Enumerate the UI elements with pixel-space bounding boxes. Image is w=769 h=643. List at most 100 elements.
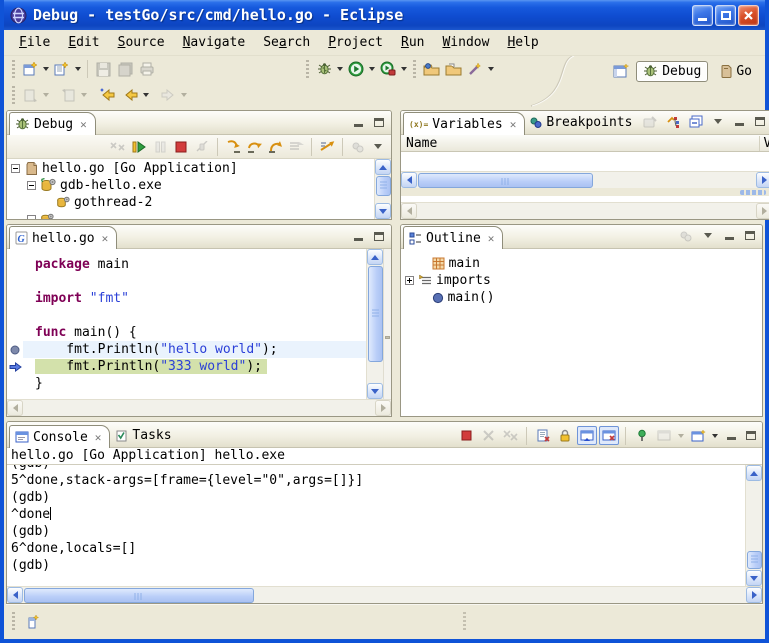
menu-item-source[interactable]: Source (109, 32, 174, 53)
new-wizard-dropdown[interactable] (43, 67, 49, 71)
vertical-sash[interactable] (392, 224, 400, 417)
run-launch-button[interactable] (345, 58, 367, 80)
scroll-thumb[interactable] (418, 173, 593, 188)
tab-breakpoints[interactable]: Breakpoints (525, 111, 640, 134)
menu-item-navigate[interactable]: Navigate (174, 32, 255, 53)
show-stdout-button[interactable] (577, 426, 597, 445)
editor-maximize-button[interactable] (370, 228, 388, 245)
overview-ruler[interactable] (383, 249, 391, 399)
scroll-up-button[interactable] (375, 159, 391, 175)
outline-tree-row[interactable]: main (401, 255, 762, 272)
show-stderr-button[interactable] (599, 426, 619, 445)
minimize-button[interactable] (692, 5, 713, 26)
outline-tree-row[interactable]: main() (401, 289, 762, 306)
tree-expander[interactable] (11, 164, 20, 173)
editor-vscrollbar[interactable] (366, 249, 383, 399)
clear-console-button[interactable] (533, 426, 553, 445)
menu-item-file[interactable]: File (10, 32, 59, 53)
close-button[interactable] (738, 5, 759, 26)
maximize-button[interactable] (715, 5, 736, 26)
arrow-gutter-icon[interactable] (7, 362, 23, 372)
toolbar-drag-handle[interactable] (12, 60, 15, 78)
code-line[interactable] (7, 273, 366, 290)
outline-tree[interactable]: mainimportsmain() (401, 249, 762, 416)
scroll-thumb[interactable] (24, 588, 254, 603)
scroll-thumb[interactable] (368, 266, 383, 362)
fast-view-button[interactable] (23, 613, 43, 632)
perspective-go-button[interactable]: Go (712, 61, 759, 82)
tab-close-icon[interactable]: ✕ (488, 232, 495, 245)
tab-outline[interactable]: Outline ✕ (403, 226, 503, 249)
editor-hscrollbar[interactable] (7, 399, 391, 416)
tab-debug[interactable]: Debug ✕ (9, 112, 96, 135)
debug-launch-dropdown[interactable] (337, 67, 343, 71)
variables-hscrollbar[interactable] (401, 171, 769, 188)
debug-tree-row[interactable]: hello.go [Go Application] (7, 160, 374, 177)
scroll-left-button[interactable] (7, 587, 23, 603)
scroll-down-button[interactable] (375, 203, 391, 219)
menu-item-edit[interactable]: Edit (59, 32, 108, 53)
search-wand-button[interactable] (464, 58, 486, 80)
detail-hscrollbar[interactable] (401, 202, 769, 219)
tab-close-icon[interactable]: ✕ (102, 232, 109, 245)
console-output[interactable]: (gdb)5^done,stack-args=[frame={level="0"… (7, 465, 745, 586)
code-line[interactable]: fmt.Println("333 world"); (7, 358, 366, 375)
scroll-down-button[interactable] (367, 383, 383, 399)
tab-variables[interactable]: (x)= Variables ✕ (403, 112, 525, 135)
last-edit-location-button[interactable] (97, 84, 119, 106)
scroll-down-button[interactable] (746, 570, 762, 586)
scroll-up-button[interactable] (746, 465, 762, 481)
outline-maximize-button[interactable] (741, 227, 759, 244)
variables-table[interactable] (401, 152, 769, 171)
open-resource-button[interactable] (442, 58, 464, 80)
open-type-button[interactable] (420, 58, 442, 80)
back-dropdown[interactable] (143, 93, 149, 97)
step-into-button[interactable] (223, 137, 243, 156)
code-line[interactable]: fmt.Println("hello world"); (7, 341, 366, 358)
new-wizard-button[interactable] (19, 58, 41, 80)
console-terminate-button[interactable] (456, 426, 476, 445)
console-vscrollbar[interactable] (745, 465, 762, 586)
debug-maximize-button[interactable] (370, 114, 388, 131)
step-over-button[interactable] (244, 137, 264, 156)
code-editor[interactable]: package main import "fmt" func main() { fm… (7, 249, 366, 399)
titlebar[interactable]: Debug - testGo/src/cmd/hello.go - Eclips… (4, 0, 765, 30)
external-tools-dropdown[interactable] (401, 67, 407, 71)
new-project-button[interactable] (51, 58, 73, 80)
use-step-filters-button[interactable] (317, 137, 337, 156)
open-console-button[interactable] (688, 426, 708, 445)
debug-tree-row[interactable]: gothread-2 (7, 194, 374, 211)
run-launch-dropdown[interactable] (369, 67, 375, 71)
debug-tree-row[interactable]: gdb-hello.exe (7, 177, 374, 194)
code-line[interactable]: package main (7, 256, 366, 273)
scroll-right-button[interactable] (756, 172, 769, 188)
pin-console-button[interactable] (632, 426, 652, 445)
debug-minimize-button[interactable] (349, 114, 367, 131)
console-hscrollbar[interactable] (7, 586, 762, 603)
external-tools-button[interactable] (377, 58, 399, 80)
outline-tree-row[interactable]: imports (401, 272, 762, 289)
debug-tree-row[interactable] (7, 211, 374, 219)
back-button[interactable] (119, 84, 141, 106)
tab-close-icon[interactable]: ✕ (510, 118, 517, 131)
column-name[interactable]: Name (401, 136, 760, 151)
variables-minimize-button[interactable] (730, 113, 748, 130)
search-wand-dropdown[interactable] (488, 67, 494, 71)
resume-button[interactable] (129, 137, 149, 156)
tree-expander[interactable] (405, 276, 414, 285)
new-project-dropdown[interactable] (75, 67, 81, 71)
code-line[interactable]: func main() { (7, 324, 366, 341)
scroll-left-button[interactable] (401, 172, 417, 188)
menu-item-search[interactable]: Search (254, 32, 319, 53)
scroll-lock-button[interactable] (555, 426, 575, 445)
tab-close-icon[interactable]: ✕ (80, 118, 87, 131)
scroll-up-button[interactable] (367, 249, 383, 265)
outline-view-menu-button[interactable] (699, 227, 717, 244)
code-line[interactable]: import "fmt" (7, 290, 366, 307)
open-console-dropdown[interactable] (712, 434, 718, 438)
toolbar-drag-handle[interactable] (12, 86, 15, 104)
column-value[interactable]: V (760, 136, 769, 151)
variables-maximize-button[interactable] (751, 113, 769, 130)
menu-item-window[interactable]: Window (433, 32, 498, 53)
open-perspective-button[interactable] (610, 60, 632, 82)
